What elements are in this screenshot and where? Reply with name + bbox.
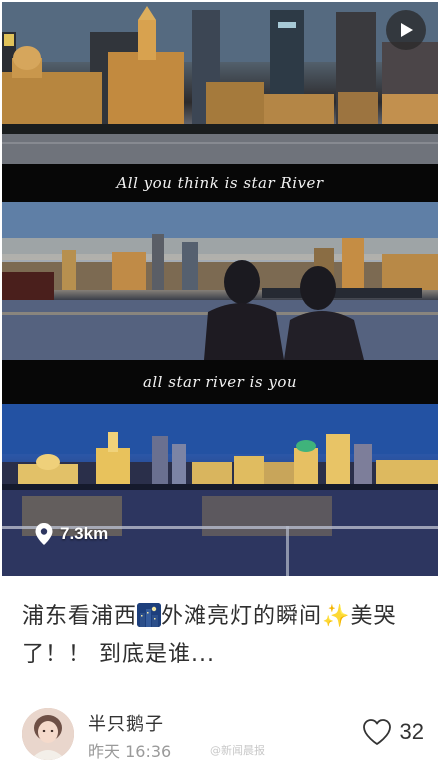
night-city-emoji	[137, 603, 162, 627]
caption-text-1: All you think is star River	[116, 174, 324, 192]
caption-bar-1: All you think is star River	[2, 164, 438, 202]
avatar[interactable]	[22, 708, 74, 760]
caption-text-2: all star river is you	[142, 373, 298, 391]
heart-outline-icon	[362, 719, 391, 745]
author-name[interactable]: 半只鹅子	[88, 710, 164, 736]
blue-hour-skyline-graphic	[2, 404, 438, 576]
sparkles-emoji: ✨	[322, 604, 351, 629]
sunset-scene-graphic	[2, 202, 438, 360]
sunset-silhouette-photo	[2, 202, 438, 360]
distance-badge: 7.3km	[34, 522, 108, 546]
watermark: @新闻晨报	[210, 744, 265, 757]
like-count: 32	[399, 719, 424, 744]
bund-night-photo	[2, 2, 438, 164]
title-text-part1: 浦东看浦西	[22, 604, 138, 629]
bund-blue-hour-photo	[2, 404, 438, 576]
location-pin-icon	[35, 523, 53, 545]
caption-bar-2: all star river is you	[2, 360, 438, 404]
post-timestamp: 昨天 16:36	[88, 742, 172, 761]
like-button[interactable]: 32	[362, 718, 424, 746]
post-title[interactable]: 浦东看浦西 外滩亮灯的瞬间✨美哭了！！ 到底是谁...	[22, 598, 418, 674]
post-image[interactable]: All you think is star River all star riv…	[2, 2, 438, 576]
play-icon	[401, 23, 413, 37]
distance-text: 7.3km	[60, 524, 109, 543]
author-row: 半只鹅子 昨天 16:36 @新闻晨报 32	[22, 708, 426, 761]
title-text-part2: 外滩亮灯的瞬间	[161, 604, 323, 629]
post-card[interactable]: All you think is star River all star riv…	[0, 0, 440, 772]
play-button[interactable]	[386, 10, 426, 50]
avatar-portrait-graphic	[22, 708, 74, 760]
bund-skyline-graphic	[2, 2, 438, 164]
